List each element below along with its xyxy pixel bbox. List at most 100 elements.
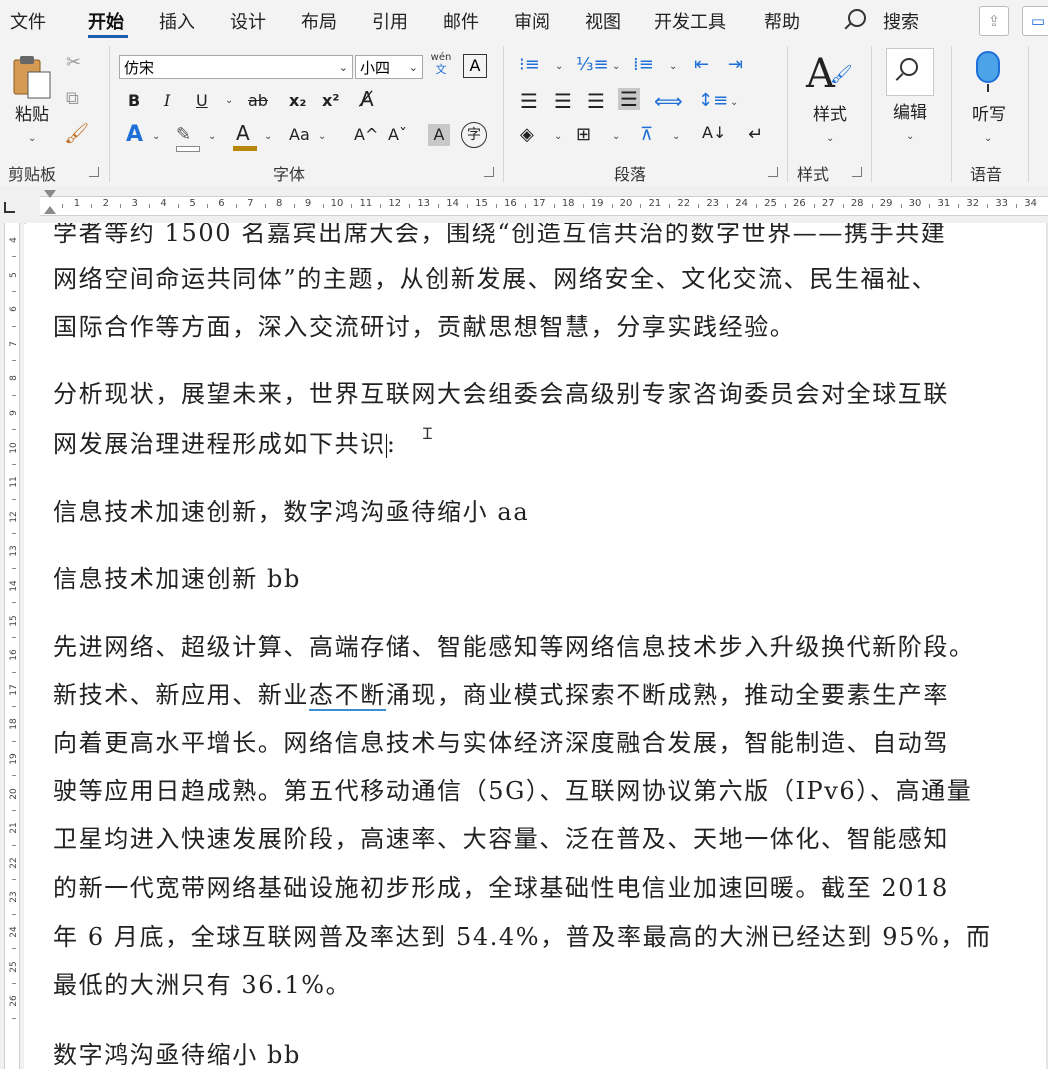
line-spacing-dropdown-icon[interactable]: ⌄ [730, 92, 738, 114]
borders-dropdown-icon[interactable]: ⌄ [612, 126, 620, 148]
justify-icon[interactable]: ☰ [618, 88, 640, 110]
tab-home[interactable]: 开始 [88, 8, 124, 34]
copy-icon[interactable]: ⧉ [66, 88, 79, 110]
dictate-dropdown-icon[interactable]: ⌄ [984, 128, 992, 150]
clear-formatting-icon[interactable]: A̸ [360, 88, 374, 110]
decrease-indent-icon[interactable]: ⇤ [694, 54, 709, 76]
document-page[interactable]: 学者等约 1500 名嘉宾出席大会，围绕“创造互信共治的数字世界——携手共建 网… [26, 223, 1048, 1069]
tab-design[interactable]: 设计 [230, 8, 266, 34]
paragraph-line[interactable]: 学者等约 1500 名嘉宾出席大会，围绕“创造互信共治的数字世界——携手共建 [53, 223, 1048, 257]
share-button[interactable]: ⇪ [979, 6, 1009, 36]
paste-dropdown-icon[interactable]: ⌄ [28, 128, 36, 150]
paragraph-launcher-icon[interactable] [768, 167, 778, 177]
heading-line[interactable]: 数字鸿沟亟待缩小 bb [53, 1031, 1048, 1069]
bold-button[interactable]: B [128, 90, 140, 112]
text-direction-dropdown-icon[interactable]: ⌄ [672, 126, 680, 148]
styles-launcher-icon[interactable] [852, 167, 862, 177]
change-case-dropdown-icon[interactable]: ⌄ [318, 126, 326, 148]
tab-developer[interactable]: 开发工具 [654, 8, 726, 34]
char-border-button[interactable]: A [463, 54, 487, 78]
paste-label[interactable]: 粘贴 [12, 100, 52, 125]
char-shading-button[interactable]: A [428, 124, 450, 146]
shrink-font-button[interactable]: Aˇ [388, 124, 407, 146]
numbering-dropdown-icon[interactable]: ⌄ [612, 56, 620, 78]
paragraph-line[interactable]: 分析现状，展望未来，世界互联网大会组委会高级别专家咨询委员会对全球互联 [53, 370, 1048, 418]
sort-icon[interactable]: A↓ [702, 122, 726, 144]
align-center-icon[interactable]: ☰ [554, 90, 572, 112]
paragraph-line[interactable]: 国际合作等方面，深入交流研讨，贡献思想智慧，分享实践经验。 [53, 303, 1048, 351]
multilevel-dropdown-icon[interactable]: ⌄ [669, 56, 677, 78]
distributed-icon[interactable]: ⟺ [654, 90, 683, 112]
comments-button[interactable]: ▭ [1022, 6, 1048, 36]
text-direction-icon[interactable]: ⊼ [640, 124, 653, 146]
underline-dropdown-icon[interactable]: ⌄ [225, 90, 233, 112]
font-color-dropdown-icon[interactable]: ⌄ [264, 126, 272, 148]
editing-button-frame[interactable] [886, 48, 934, 96]
paragraph-line[interactable]: 年 6 月底，全球互联网普及率达到 54.4%，普及率最高的大洲已经达到 95%… [53, 913, 1048, 961]
paragraph-line[interactable]: 向着更高水平增长。网络信息技术与实体经济深度融合发展，智能制造、自动驾 [53, 719, 1048, 767]
underline-button[interactable]: U [196, 90, 208, 112]
heading-line[interactable]: 信息技术加速创新 bb [53, 555, 1048, 603]
strikethrough-button[interactable]: ab [248, 90, 268, 112]
paragraph-line[interactable]: 的新一代宽带网络基础设施初步形成，全球基础性电信业加速回暖。截至 2018 [53, 864, 1048, 912]
first-line-indent-marker[interactable] [44, 190, 56, 198]
font-color-button[interactable]: A [236, 122, 250, 144]
paragraph-line[interactable]: 驶等应用日趋成熟。第五代移动通信（5G）、互联网协议第六版（IPv6）、高通量 [53, 767, 1048, 815]
numbering-icon[interactable]: ⅓≡ [576, 54, 609, 76]
font-name-combo[interactable]: 仿宋 ⌄ [119, 55, 353, 79]
tab-selector[interactable] [4, 202, 15, 213]
paragraph-line[interactable]: 卫星均进入快速发展阶段，高速率、大容量、泛在普及、天地一体化、智能感知 [53, 815, 1048, 863]
font-launcher-icon[interactable] [484, 167, 494, 177]
paragraph-line[interactable]: 网发展治理进程形成如下共识: [53, 420, 1048, 468]
styles-button-label[interactable]: 样式 [806, 100, 854, 125]
shading-dropdown-icon[interactable]: ⌄ [554, 126, 562, 148]
highlight-icon[interactable]: ✎ [176, 124, 191, 146]
italic-button[interactable]: I [164, 90, 170, 112]
format-painter-icon[interactable]: 🖌 [64, 122, 89, 144]
tab-mailings[interactable]: 邮件 [443, 8, 479, 34]
paragraph-line[interactable]: 网络空间命运共同体”的主题，从创新发展、网络安全、文化交流、民生福祉、 [53, 255, 1048, 303]
editing-dropdown-icon[interactable]: ⌄ [906, 126, 914, 148]
clipboard-launcher-icon[interactable] [89, 167, 99, 177]
tab-file[interactable]: 文件 [10, 8, 46, 34]
text-effects-button[interactable]: A [126, 124, 143, 146]
vertical-ruler[interactable]: 4 5 6 7 8 9 10 11 12 13 14 15 16 17 18 19 20 21 22 23 24 25 26 [4, 223, 20, 1069]
text-effects-dropdown-icon[interactable]: ⌄ [152, 126, 160, 148]
line-spacing-icon[interactable]: ↕≡ [698, 90, 728, 112]
heading-line[interactable]: 信息技术加速创新，数字鸿沟亟待缩小 aa [53, 488, 1048, 536]
increase-indent-icon[interactable]: ⇥ [728, 54, 743, 76]
bullets-dropdown-icon[interactable]: ⌄ [555, 56, 563, 78]
align-left-icon[interactable]: ☰ [520, 90, 538, 112]
dictate-button-label[interactable]: 听写 [964, 100, 1014, 125]
shading-icon[interactable]: ◈ [520, 124, 534, 146]
font-size-combo[interactable]: 小四 ⌄ [355, 55, 423, 79]
paragraph-line[interactable]: 新技术、新应用、新业态不断涌现，商业模式探索不断成熟，推动全要素生产率 [53, 671, 1048, 719]
microphone-icon[interactable] [974, 50, 1004, 94]
hanging-indent-marker[interactable] [44, 206, 56, 214]
cut-icon[interactable]: ✂ [66, 52, 81, 74]
tab-view[interactable]: 视图 [585, 8, 621, 34]
change-case-button[interactable]: Aa [289, 124, 310, 146]
show-marks-icon[interactable]: ↵ [748, 124, 763, 146]
horizontal-ruler[interactable]: 1 2 3 4 5 6 7 8 9 10 11 12 13 14 15 16 17 18 19 20 21 22 23 24 2… [40, 196, 1048, 216]
paragraph-line[interactable]: 最低的大洲只有 36.1%。 [53, 961, 1048, 1009]
search-label[interactable]: 搜索 [883, 8, 919, 34]
tab-review[interactable]: 审阅 [514, 8, 550, 34]
editing-button-label[interactable]: 编辑 [886, 98, 934, 123]
highlight-dropdown-icon[interactable]: ⌄ [208, 126, 216, 148]
styles-dropdown-icon[interactable]: ⌄ [826, 128, 834, 150]
tab-insert[interactable]: 插入 [159, 8, 195, 34]
subscript-button[interactable]: x₂ [289, 90, 306, 112]
bullets-icon[interactable]: ⁝≡ [519, 54, 540, 76]
chevron-down-icon[interactable]: ⌄ [339, 56, 348, 80]
tab-references[interactable]: 引用 [372, 8, 408, 34]
enclose-char-button[interactable]: 字 [461, 122, 487, 148]
superscript-button[interactable]: x² [322, 90, 339, 112]
phonetic-guide-button[interactable]: wén 文 [428, 52, 454, 76]
chevron-down-icon[interactable]: ⌄ [409, 56, 418, 80]
borders-icon[interactable]: ⊞ [576, 124, 591, 146]
search-icon[interactable] [848, 9, 866, 27]
tab-layout[interactable]: 布局 [301, 8, 337, 34]
paste-icon[interactable] [12, 54, 54, 100]
grow-font-button[interactable]: A^ [354, 124, 378, 146]
